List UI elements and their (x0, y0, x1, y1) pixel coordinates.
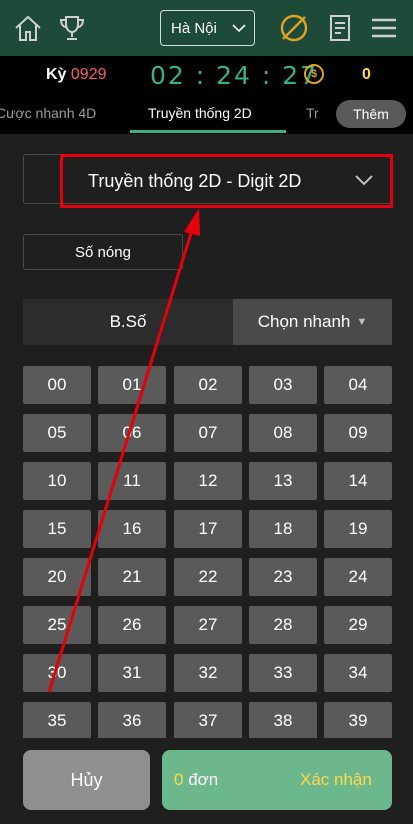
number-cell-34[interactable]: 34 (324, 654, 392, 692)
draw-period: Kỳ 0929 (46, 66, 107, 84)
number-cell-00[interactable]: 00 (23, 366, 91, 404)
number-cell-24[interactable]: 24 (324, 558, 392, 596)
number-cell-31[interactable]: 31 (98, 654, 166, 692)
number-cell-39[interactable]: 39 (324, 702, 392, 740)
number-cell-30[interactable]: 30 (23, 654, 91, 692)
confirm-label[interactable]: Xác nhận (300, 770, 372, 790)
number-cell-36[interactable]: 36 (98, 702, 166, 740)
order-count-value: 0 (174, 770, 184, 789)
number-cell-16[interactable]: 16 (98, 510, 166, 548)
coin-icon: $ (304, 64, 324, 84)
mode-bso-label: B.Số (109, 312, 147, 331)
number-cell-13[interactable]: 13 (249, 462, 317, 500)
number-cell-10[interactable]: 10 (23, 462, 91, 500)
trophy-icon[interactable] (54, 10, 90, 46)
number-cell-25[interactable]: 25 (23, 606, 91, 644)
more-tabs-button[interactable]: Thêm (336, 100, 406, 128)
tab-quick-4d[interactable]: Cược nhanh 4D (0, 105, 96, 121)
number-cell-09[interactable]: 09 (324, 414, 392, 452)
number-cell-06[interactable]: 06 (98, 414, 166, 452)
number-cell-23[interactable]: 23 (249, 558, 317, 596)
number-cell-29[interactable]: 29 (324, 606, 392, 644)
no-sound-icon[interactable] (276, 10, 312, 46)
active-tab-indicator (130, 130, 286, 133)
quick-pick-label: Chọn nhanh (257, 312, 351, 331)
countdown-clock: 02 : 24 : 27 (150, 61, 319, 90)
number-cell-15[interactable]: 15 (23, 510, 91, 548)
number-cell-28[interactable]: 28 (249, 606, 317, 644)
number-cell-33[interactable]: 33 (249, 654, 317, 692)
number-cell-07[interactable]: 07 (174, 414, 242, 452)
chevron-down-icon (232, 21, 246, 39)
tab-next[interactable]: Tr (306, 105, 319, 121)
number-cell-17[interactable]: 17 (174, 510, 242, 548)
triangle-down-icon: ▼ (356, 316, 368, 328)
tab-traditional-2d[interactable]: Truyền thống 2D (148, 105, 252, 121)
number-cell-21[interactable]: 21 (98, 558, 166, 596)
number-cell-08[interactable]: 08 (249, 414, 317, 452)
document-icon[interactable] (322, 10, 358, 46)
region-label: Hà Nội (171, 19, 217, 37)
annotation-highlight-box (60, 154, 393, 208)
draw-period-value: 0929 (70, 66, 107, 83)
order-count-unit: đơn (188, 770, 219, 789)
balance-value: 0 (362, 66, 371, 83)
number-cell-12[interactable]: 12 (174, 462, 242, 500)
number-cell-22[interactable]: 22 (174, 558, 242, 596)
number-cell-19[interactable]: 19 (324, 510, 392, 548)
quick-pick-dropdown[interactable]: Chọn nhanh ▼ (233, 299, 392, 345)
cancel-button[interactable]: Hủy (23, 750, 150, 810)
number-cell-03[interactable]: 03 (249, 366, 317, 404)
number-cell-14[interactable]: 14 (324, 462, 392, 500)
number-cell-26[interactable]: 26 (98, 606, 166, 644)
order-count: 0 đơn (174, 770, 218, 790)
home-icon[interactable] (10, 10, 46, 46)
number-cell-11[interactable]: 11 (98, 462, 166, 500)
top-bar: Hà Nội (0, 0, 413, 56)
menu-icon[interactable] (366, 10, 402, 46)
number-cell-04[interactable]: 04 (324, 366, 392, 404)
number-cell-02[interactable]: 02 (174, 366, 242, 404)
number-cell-05[interactable]: 05 (23, 414, 91, 452)
number-cell-35[interactable]: 35 (23, 702, 91, 740)
region-select[interactable]: Hà Nội (160, 10, 255, 46)
number-cell-38[interactable]: 38 (249, 702, 317, 740)
number-cell-20[interactable]: 20 (23, 558, 91, 596)
number-cell-18[interactable]: 18 (249, 510, 317, 548)
hot-numbers-button[interactable]: Số nóng (23, 234, 183, 270)
number-cell-01[interactable]: 01 (98, 366, 166, 404)
mode-bso-tab[interactable]: B.Số (23, 299, 233, 345)
number-cell-27[interactable]: 27 (174, 606, 242, 644)
number-cell-32[interactable]: 32 (174, 654, 242, 692)
draw-period-label: Kỳ (46, 66, 67, 83)
number-cell-37[interactable]: 37 (174, 702, 242, 740)
